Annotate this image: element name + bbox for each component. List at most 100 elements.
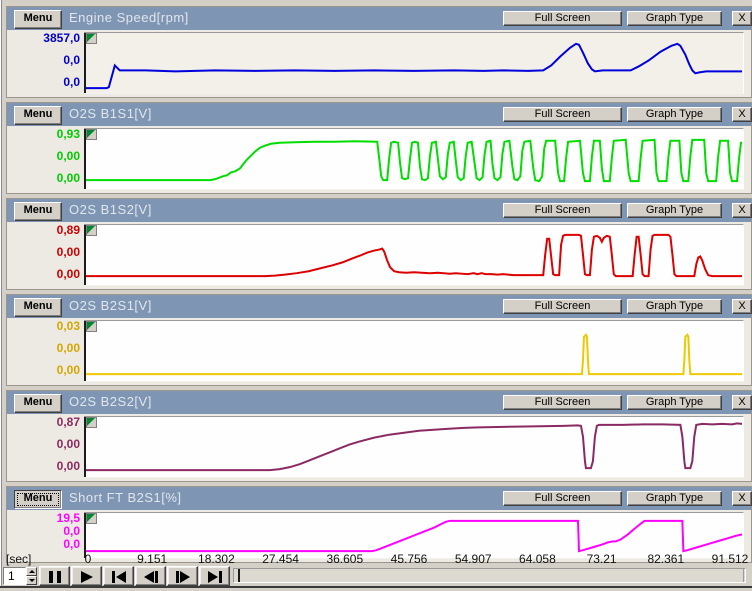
signal-trace xyxy=(86,129,742,189)
time-tick-label: 45.756 xyxy=(391,552,428,566)
close-button[interactable]: X xyxy=(732,11,752,26)
playback-controls: 1 xyxy=(2,566,752,586)
frame-spinner xyxy=(26,567,37,585)
y-axis-value: 0,00 xyxy=(7,342,80,355)
full-screen-button[interactable]: Full Screen xyxy=(503,11,622,26)
menu-button[interactable]: Menu xyxy=(14,10,62,29)
skip-to-start-button[interactable] xyxy=(103,566,134,586)
plot-area xyxy=(84,128,744,190)
y-axis-value: 0,93 xyxy=(7,128,80,141)
window-bottom-edge xyxy=(0,586,752,591)
panel-titlebar: Menu O2S B2S2[V] Full Screen Graph Type … xyxy=(7,391,751,414)
y-axis-value: 0,89 xyxy=(7,224,80,237)
time-tick-label: 27.454 xyxy=(262,552,299,566)
plot-region: 0,030,000,00 xyxy=(7,318,751,385)
y-axis-value: 0,00 xyxy=(7,364,80,377)
graph-type-button[interactable]: Graph Type xyxy=(627,299,722,314)
graph-type-button[interactable]: Graph Type xyxy=(627,395,722,410)
signal-trace xyxy=(86,33,742,93)
skip-start-icon xyxy=(109,570,129,584)
menu-button[interactable]: Menu xyxy=(14,394,62,413)
y-axis-value: 0,00 xyxy=(7,268,80,281)
close-button[interactable]: X xyxy=(732,395,752,410)
y-axis-value: 0,00 xyxy=(7,460,80,473)
graph-panel: Menu O2S B1S1[V] Full Screen Graph Type … xyxy=(6,102,752,194)
menu-button[interactable]: Menu xyxy=(14,106,62,125)
panel-title: Engine Speed[rpm] xyxy=(69,10,189,25)
y-axis-value: 0,0 xyxy=(7,76,80,89)
spinner-down-icon[interactable] xyxy=(26,576,37,585)
close-button[interactable]: X xyxy=(732,203,752,218)
close-button[interactable]: X xyxy=(732,107,752,122)
panel-title: O2S B2S1[V] xyxy=(69,298,152,313)
graph-panel: Menu O2S B2S2[V] Full Screen Graph Type … xyxy=(6,390,752,482)
panel-title: O2S B1S1[V] xyxy=(69,106,152,121)
panel-titlebar: Menu O2S B1S2[V] Full Screen Graph Type … xyxy=(7,199,751,222)
panel-titlebar: Menu O2S B2S1[V] Full Screen Graph Type … xyxy=(7,295,751,318)
panel-titlebar: Menu O2S B1S1[V] Full Screen Graph Type … xyxy=(7,103,751,126)
graph-type-button[interactable]: Graph Type xyxy=(627,107,722,122)
plot-area xyxy=(84,416,744,478)
pause-icon xyxy=(45,570,65,584)
close-button[interactable]: X xyxy=(732,491,752,506)
graph-type-button[interactable]: Graph Type xyxy=(627,11,722,26)
pause-button[interactable] xyxy=(39,566,70,586)
time-tick-label: 54.907 xyxy=(455,552,492,566)
full-screen-button[interactable]: Full Screen xyxy=(503,299,622,314)
time-axis: [sec] 09.15118.30227.45436.60545.75654.9… xyxy=(6,551,752,566)
play-icon xyxy=(77,570,97,584)
time-tick-label: 9.151 xyxy=(137,552,167,566)
full-screen-button[interactable]: Full Screen xyxy=(503,107,622,122)
signal-trace xyxy=(86,417,742,477)
time-tick-label: 18.302 xyxy=(198,552,235,566)
graph-panel: Menu Engine Speed[rpm] Full Screen Graph… xyxy=(6,6,752,98)
y-axis-value: 0,00 xyxy=(7,172,80,185)
y-axis-value: 3857,0 xyxy=(7,32,80,45)
plot-area xyxy=(84,224,744,286)
menu-button[interactable]: Menu xyxy=(14,490,62,509)
menu-button[interactable]: Menu xyxy=(14,202,62,221)
plot-area xyxy=(84,320,744,382)
step-back-icon xyxy=(141,570,161,584)
signal-trace xyxy=(86,225,742,285)
y-axis-value: 0,87 xyxy=(7,416,80,429)
graph-panel: Menu O2S B2S1[V] Full Screen Graph Type … xyxy=(6,294,752,386)
full-screen-button[interactable]: Full Screen xyxy=(503,491,622,506)
step-forward-button[interactable] xyxy=(167,566,198,586)
panel-titlebar: Menu Engine Speed[rpm] Full Screen Graph… xyxy=(7,7,751,30)
menu-button[interactable]: Menu xyxy=(14,298,62,317)
skip-to-end-button[interactable] xyxy=(199,566,230,586)
graph-type-button[interactable]: Graph Type xyxy=(627,491,722,506)
skip-end-icon xyxy=(205,570,225,584)
y-axis-value: 0,00 xyxy=(7,246,80,259)
plot-region: 0,93 0,00 0,00 xyxy=(7,126,751,193)
time-tick-label: 64.058 xyxy=(519,552,556,566)
graph-viewer-window: Menu Engine Speed[rpm] Full Screen Graph… xyxy=(0,0,752,591)
trackbar-end-divider xyxy=(743,569,744,582)
y-axis-value: 0,0 xyxy=(7,54,80,67)
frame-number-input[interactable]: 1 xyxy=(3,567,26,585)
graph-type-button[interactable]: Graph Type xyxy=(627,203,722,218)
plot-region: 0,87 0,00 0,00 xyxy=(7,414,751,481)
full-screen-button[interactable]: Full Screen xyxy=(503,395,622,410)
play-button[interactable] xyxy=(71,566,102,586)
trackbar-thumb[interactable] xyxy=(238,569,240,582)
time-tick-label: 91.512 xyxy=(712,552,749,566)
spinner-up-icon[interactable] xyxy=(26,567,37,576)
y-axis-value: 0,0 xyxy=(7,538,80,551)
panel-title: O2S B1S2[V] xyxy=(69,202,152,217)
panel-titlebar: Menu Short FT B2S1[%] Full Screen Graph … xyxy=(7,487,751,510)
step-back-button[interactable] xyxy=(135,566,166,586)
plot-region: 0,89 0,00 0,00 xyxy=(7,222,751,289)
time-tick-label: 82.361 xyxy=(647,552,684,566)
time-tick-label: 36.605 xyxy=(326,552,363,566)
y-axis-value: 0,00 xyxy=(7,150,80,163)
full-screen-button[interactable]: Full Screen xyxy=(503,203,622,218)
panel-title: Short FT B2S1[%] xyxy=(69,490,182,505)
y-axis-value: 0,00 xyxy=(7,438,80,451)
playback-trackbar[interactable] xyxy=(233,568,746,583)
close-button[interactable]: X xyxy=(732,299,752,314)
time-tick-label: 73.21 xyxy=(587,552,617,566)
graph-panel: Menu O2S B1S2[V] Full Screen Graph Type … xyxy=(6,198,752,290)
plot-region: 3857,0 0,0 0,0 xyxy=(7,30,751,97)
